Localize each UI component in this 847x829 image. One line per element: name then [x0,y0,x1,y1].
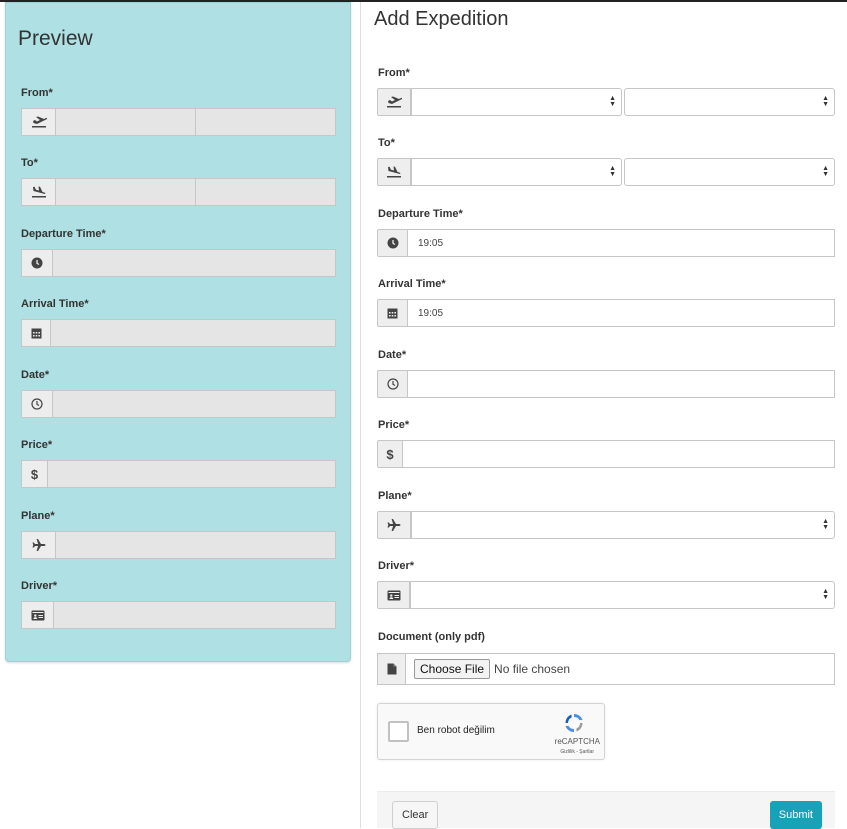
clear-button[interactable]: Clear [392,801,439,829]
to-station-select[interactable]: ▲ ▼ [624,158,835,186]
preview-from-city [56,109,196,135]
preview-departure-value [53,250,335,276]
preview-to-group [21,178,336,206]
preview-arrival-group [21,319,336,347]
price-group: $ [377,440,835,468]
preview-driver-value [54,602,335,628]
date-label: Date* [378,349,407,361]
recaptcha-brand: reCAPTCHA [554,737,600,746]
to-city-select[interactable]: ▲ ▼ [411,158,622,186]
arrival-group: 19:05 [377,299,835,327]
preview-from-station [196,109,335,135]
choose-file-button[interactable]: Choose File [414,659,491,679]
select-arrows-icon: ▲ ▼ [822,95,829,108]
document-label: Document (only pdf) [378,631,485,643]
from-group: ▲ ▼ ▲ ▼ [377,88,835,116]
plane-icon [377,511,411,539]
date-input[interactable] [408,370,835,398]
preview-plane-value [56,532,335,558]
preview-driver-group [21,601,336,629]
preview-plane-label: Plane* [21,510,55,522]
preview-to-station [196,179,335,205]
from-city-select[interactable]: ▲ ▼ [411,88,622,116]
column-divider [360,2,361,828]
recaptcha-label: Ben robot değilim [417,725,495,736]
select-arrows-icon: ▲ ▼ [822,588,829,601]
file-input: Choose File No file chosen [406,653,835,685]
arrival-label: Arrival Time* [378,278,446,290]
from-station-select[interactable]: ▲ ▼ [624,88,835,116]
file-status: No file chosen [494,662,571,676]
select-arrows-icon: ▲ ▼ [822,518,829,531]
from-label: From* [378,67,410,79]
preview-driver-label: Driver* [21,580,58,592]
clock-outline-icon [377,370,408,398]
document-upload: Choose File No file chosen [377,653,835,685]
select-arrows-icon: ▲ ▼ [609,95,616,108]
preview-to-city [56,179,196,205]
preview-price-value [48,461,335,487]
form-footer: Clear Submit [377,791,835,829]
preview-to-label: To* [21,157,38,169]
preview-plane-group [21,531,336,559]
calendar-icon [22,320,51,346]
to-group: ▲ ▼ ▲ ▼ [377,158,835,186]
recaptcha-logo-icon [565,714,583,732]
departure-group: 19:05 [377,229,835,257]
clock-outline-icon [22,391,53,417]
preview-arrival-value [51,320,335,346]
id-card-icon [22,602,54,628]
driver-label: Driver* [378,560,415,572]
preview-from-label: From* [21,87,53,99]
driver-group: ▲ ▼ [377,581,835,609]
recaptcha-checkbox[interactable] [388,721,409,742]
departure-label: Departure Time* [378,208,463,220]
price-label: Price* [378,419,410,431]
form-title: Add Expedition [374,8,509,30]
select-arrows-icon: ▲ ▼ [609,165,616,178]
to-label: To* [378,137,395,149]
recaptcha-widget: Ben robot değilim reCAPTCHA Gizlilik - Ş… [377,703,605,760]
file-icon [377,653,406,685]
departure-time-input[interactable]: 19:05 [408,229,835,257]
calendar-icon [377,299,408,327]
select-arrows-icon: ▲ ▼ [822,165,829,178]
clock-icon [22,250,53,276]
plane-icon [22,532,56,558]
dollar-icon: $ [22,461,48,487]
plane-departure-icon [22,109,56,135]
plane-arrival-icon [22,179,56,205]
preview-date-label: Date* [21,369,50,381]
plane-group: ▲ ▼ [377,511,835,539]
preview-date-group [21,390,336,418]
preview-title: Preview [18,27,93,50]
clock-icon [377,229,408,257]
preview-panel: Preview From* To* Departure Time* Arriva… [5,2,351,662]
arrival-time-input[interactable]: 19:05 [408,299,835,327]
plane-label: Plane* [378,490,412,502]
dollar-icon: $ [377,440,403,468]
preview-price-label: Price* [21,439,53,451]
plane-select[interactable]: ▲ ▼ [411,511,835,539]
preview-date-value [53,391,335,417]
preview-from-group [21,108,336,136]
date-group [377,370,835,398]
preview-departure-label: Departure Time* [21,228,106,240]
driver-select[interactable]: ▲ ▼ [410,581,835,609]
preview-arrival-label: Arrival Time* [21,298,89,310]
recaptcha-terms[interactable]: Gizlilik - Şartlar [560,749,594,755]
preview-price-group: $ [21,460,336,488]
plane-departure-icon [377,88,411,116]
submit-button[interactable]: Submit [769,801,822,829]
preview-departure-group [21,249,336,277]
id-card-icon [377,581,410,609]
price-input[interactable] [403,440,835,468]
plane-arrival-icon [377,158,411,186]
